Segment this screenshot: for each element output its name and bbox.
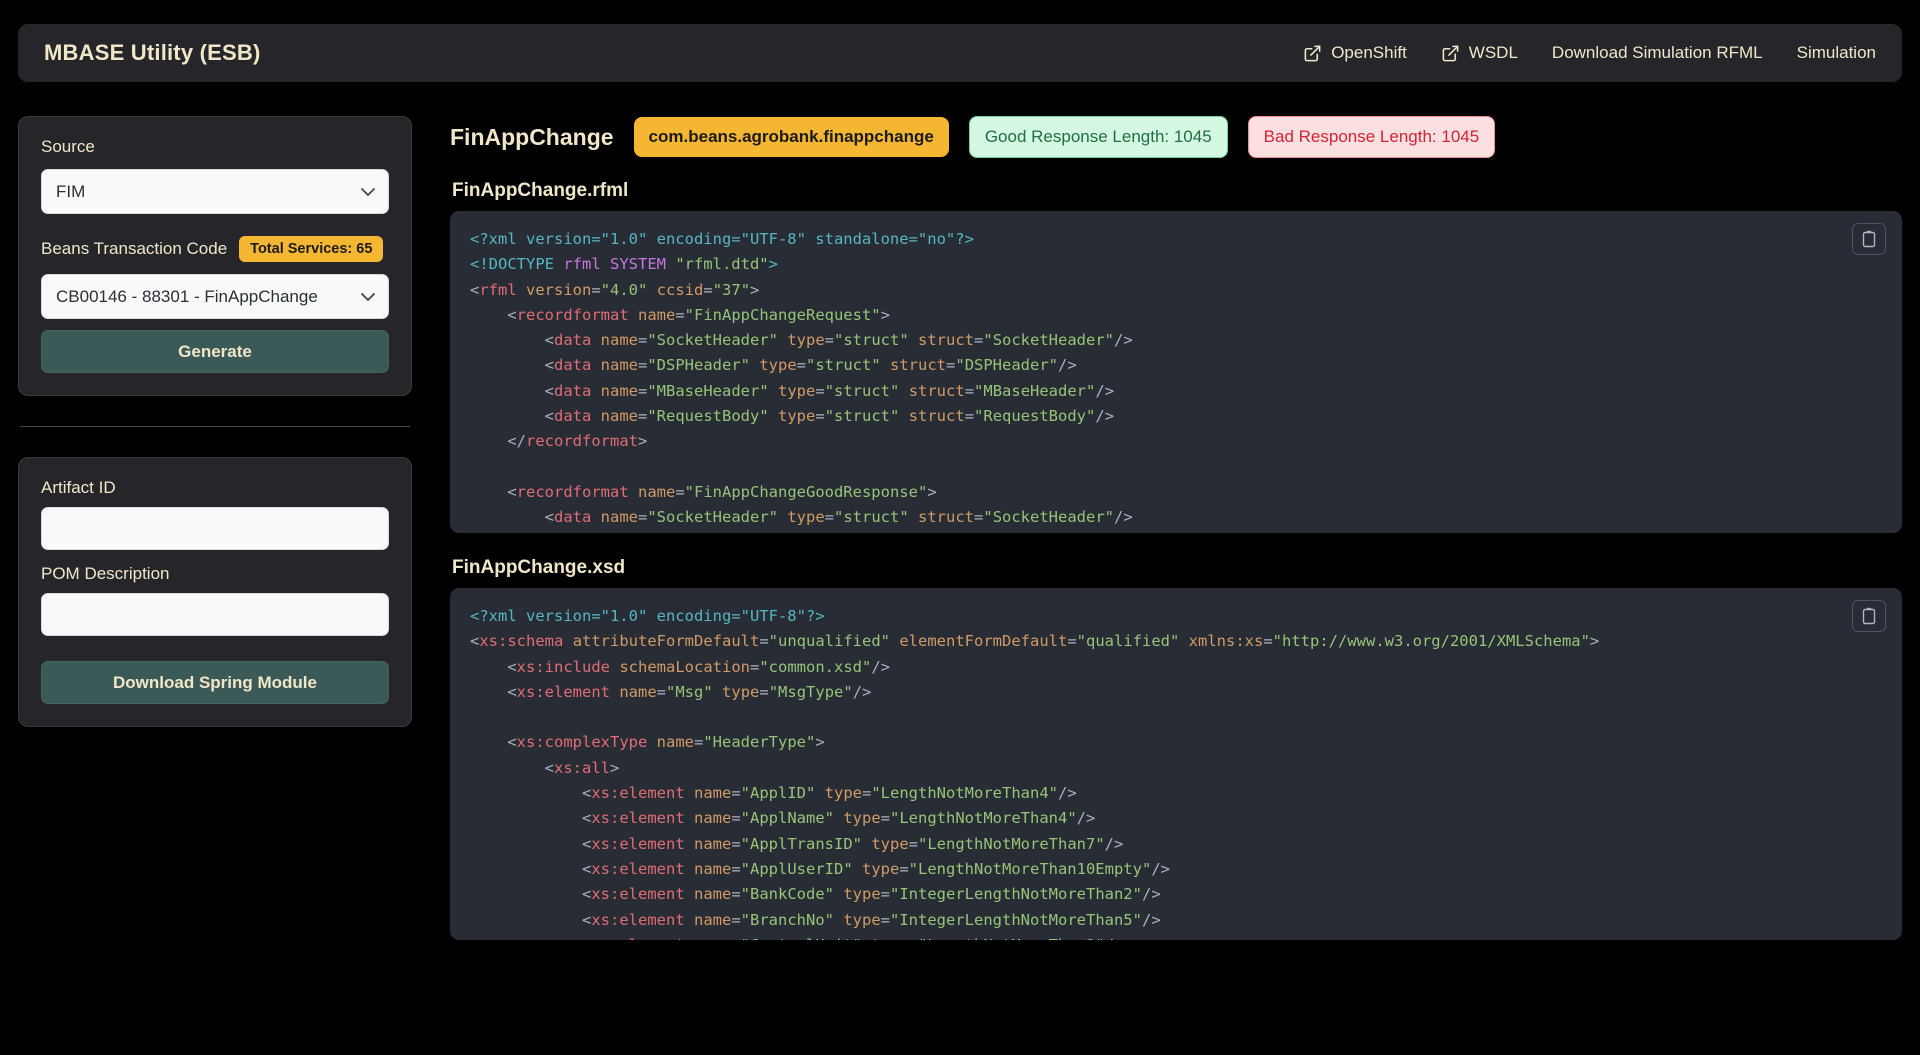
beans-label-text: Beans Transaction Code (41, 239, 228, 258)
rfml-file-title: FinAppChange.rfml (452, 180, 629, 201)
beans-transaction-code-select[interactable]: CB00146 - 88301 - FinAppChange (41, 274, 389, 319)
pom-description-label: POM Description (41, 564, 170, 583)
main-content: FinAppChange com.beans.agrobank.finappch… (422, 116, 1902, 1055)
nav-link-label: OpenShift (1331, 43, 1407, 62)
nav-link-label: Download Simulation RFML (1551, 43, 1763, 62)
artifact-id-label: Artifact ID (41, 478, 116, 497)
beans-select-wrap: CB00146 - 88301 - FinAppChange (41, 274, 389, 319)
download-spring-module-button[interactable]: Download Spring Module (41, 661, 389, 704)
pom-description-input[interactable] (41, 593, 389, 636)
good-response-length-badge: Good Response Length: 1045 (968, 116, 1228, 158)
beans-label: Beans Transaction Code Total Services: 6… (41, 236, 389, 262)
external-link-icon (1441, 44, 1460, 63)
service-title: FinAppChange (450, 123, 614, 150)
source-label-text: Source (41, 137, 95, 156)
pom-description-field-block: POM Description (41, 564, 389, 636)
nav-link-label: WSDL (1468, 43, 1518, 62)
nav-link-download-simulation-rfml[interactable]: Download Simulation RFML (1552, 43, 1763, 63)
clipboard-icon (1861, 607, 1877, 625)
app-title: MBASE Utility (ESB) (44, 40, 261, 65)
main-header: FinAppChange com.beans.agrobank.finappch… (450, 116, 1902, 158)
copy-xsd-button[interactable] (1852, 600, 1886, 632)
source-label: Source (41, 137, 389, 157)
nav-link-label: Simulation (1796, 43, 1876, 62)
nav-link-openshift[interactable]: OpenShift (1303, 43, 1407, 63)
xsd-file-title: FinAppChange.xsd (452, 557, 626, 578)
sidebar-divider (20, 426, 410, 427)
xsd-code-block: <?xml version="1.0" encoding="UTF-8"?> <… (450, 588, 1902, 940)
page-body: Source FIM Beans Transaction Code Total … (0, 82, 1920, 1055)
nav-link-simulation[interactable]: Simulation (1797, 43, 1876, 63)
navbar-links: OpenShift WSDL Download Simulation RFML … (1303, 43, 1876, 63)
package-badge: com.beans.agrobank.finappchange (633, 117, 949, 157)
clipboard-icon (1861, 230, 1877, 248)
source-select[interactable]: FIM (41, 169, 389, 214)
source-select-wrap: FIM (41, 169, 389, 214)
nav-link-wsdl[interactable]: WSDL (1441, 43, 1518, 63)
spring-module-panel: Artifact ID POM Description Download Spr… (18, 457, 412, 727)
rfml-code-block: <?xml version="1.0" encoding="UTF-8" sta… (450, 211, 1902, 533)
generate-button[interactable]: Generate (41, 330, 389, 373)
sidebar: Source FIM Beans Transaction Code Total … (18, 116, 422, 1055)
source-panel: Source FIM Beans Transaction Code Total … (18, 116, 412, 396)
xsd-code-text: <?xml version="1.0" encoding="UTF-8"?> <… (470, 607, 1600, 940)
app-root: MBASE Utility (ESB) OpenShift WSDL Downl… (0, 24, 1920, 1055)
rfml-code-text: <?xml version="1.0" encoding="UTF-8" sta… (470, 230, 1133, 527)
external-link-icon (1303, 44, 1322, 63)
bad-response-length-badge: Bad Response Length: 1045 (1247, 116, 1496, 158)
navbar: MBASE Utility (ESB) OpenShift WSDL Downl… (18, 24, 1902, 82)
artifact-id-input[interactable] (41, 507, 389, 550)
total-services-badge: Total Services: 65 (239, 236, 384, 262)
artifact-id-field-block: Artifact ID (41, 478, 389, 550)
copy-rfml-button[interactable] (1852, 223, 1886, 255)
